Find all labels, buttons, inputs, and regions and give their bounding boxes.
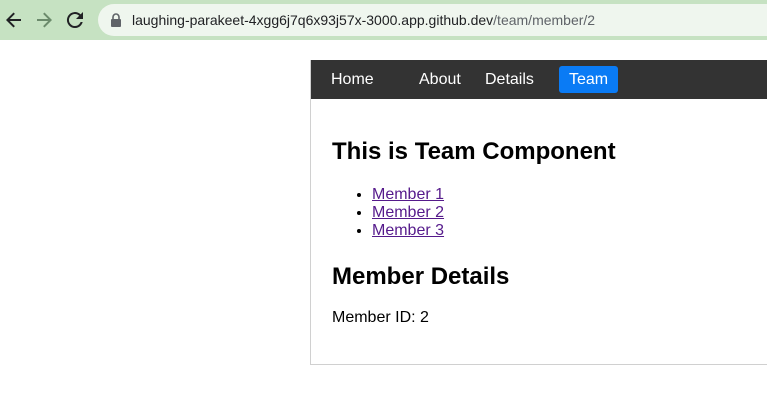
url-path: /team/member/2 — [493, 12, 596, 28]
member-link-3[interactable]: Member 3 — [372, 222, 444, 239]
team-title: This is Team Component — [332, 138, 616, 165]
lock-icon — [110, 13, 122, 32]
top-navigation: Home About Details Team — [311, 60, 767, 99]
url-host: laughing-parakeet-4xgg6j7q6x93j57x-3000.… — [132, 12, 494, 28]
back-arrow-icon[interactable] — [2, 8, 26, 32]
nav-link-home[interactable]: Home — [321, 66, 384, 93]
member-link-2[interactable]: Member 2 — [372, 204, 444, 221]
url-text: laughing-parakeet-4xgg6j7q6x93j57x-3000.… — [132, 4, 595, 36]
forward-arrow-icon[interactable] — [32, 8, 56, 32]
nav-link-team[interactable]: Team — [559, 66, 619, 93]
member-id-text: Member ID: 2 — [332, 309, 429, 326]
app-container: Home About Details Team This is Team Com… — [310, 60, 767, 365]
address-bar[interactable]: laughing-parakeet-4xgg6j7q6x93j57x-3000.… — [98, 4, 767, 36]
list-item: Member 3 — [372, 222, 444, 240]
nav-link-about[interactable]: About — [409, 66, 471, 93]
list-item: Member 2 — [372, 204, 444, 222]
list-item: Member 1 — [372, 186, 444, 204]
reload-icon[interactable] — [63, 8, 87, 32]
member-details-title: Member Details — [332, 263, 510, 290]
member-list: Member 1 Member 2 Member 3 — [332, 186, 444, 240]
nav-link-details[interactable]: Details — [475, 66, 544, 93]
member-link-1[interactable]: Member 1 — [372, 186, 444, 203]
browser-toolbar: laughing-parakeet-4xgg6j7q6x93j57x-3000.… — [0, 0, 767, 40]
